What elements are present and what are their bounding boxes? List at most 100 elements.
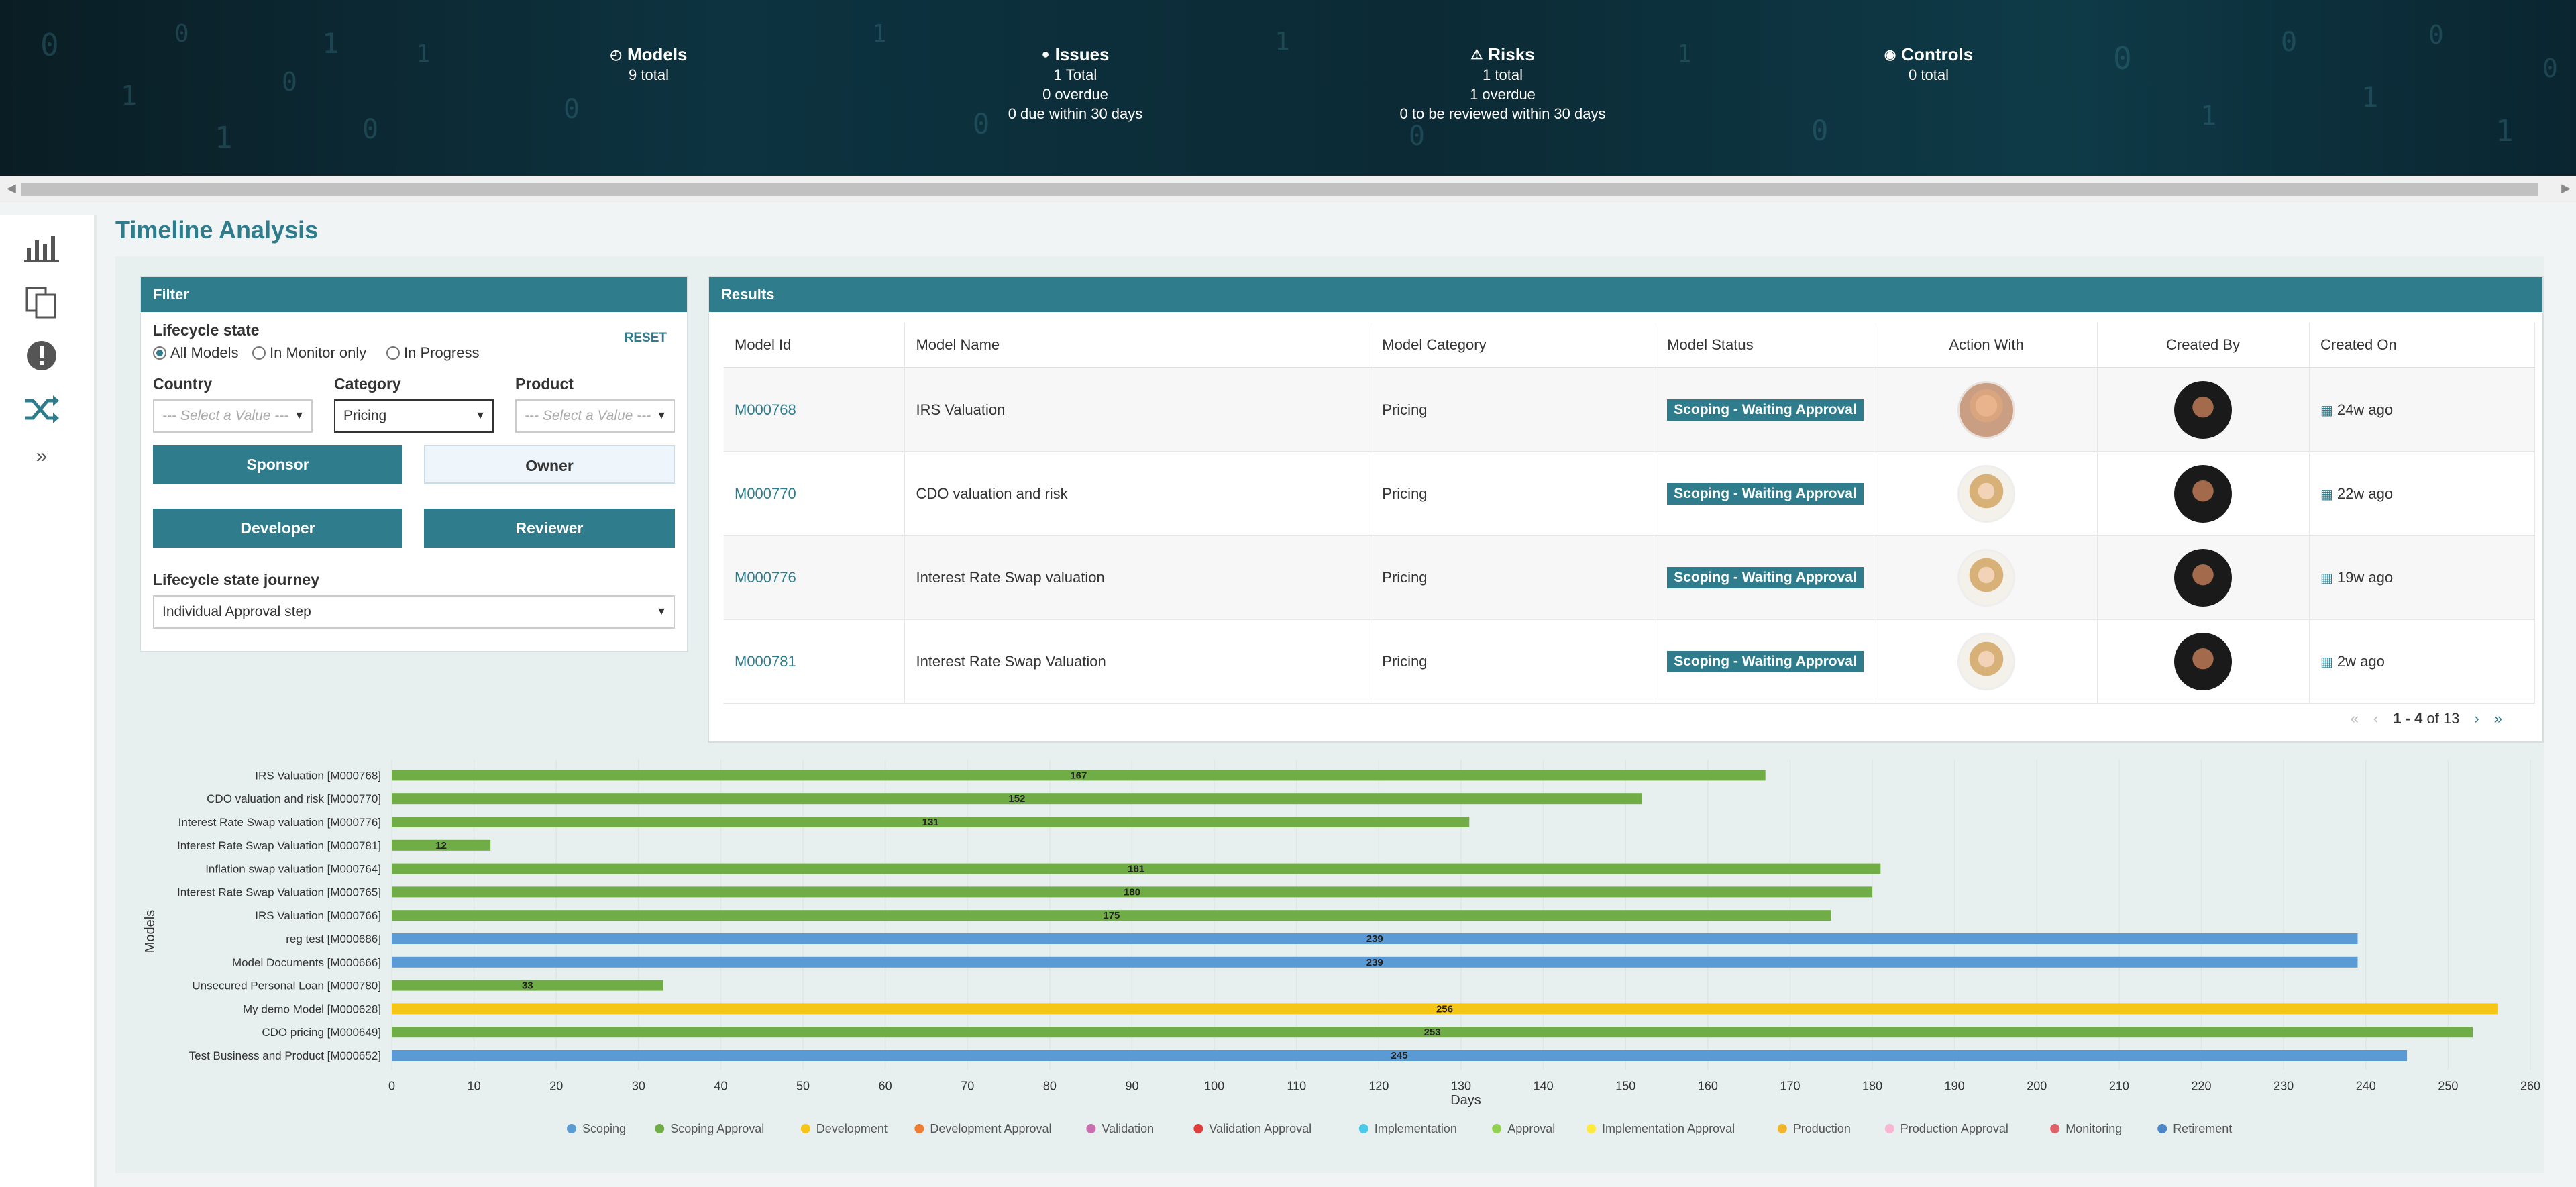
journey-select[interactable]: Individual Approval step ▼ [153,595,675,629]
chart-x-ticks: 0 10 20 30 40 50 60 70 80 90 100 110 120 130 140 150 160… [388,1079,2540,1092]
model-id-link[interactable]: M000770 [735,485,796,502]
model-id-link[interactable]: M000781 [735,653,796,670]
x-tick-label: 20 [549,1079,563,1092]
col-model-category[interactable]: Model Category [1371,323,1657,368]
col-model-name[interactable]: Model Name [904,323,1372,368]
col-model-id[interactable]: Model Id [724,323,906,368]
model-name-cell: CDO valuation and risk [904,452,1372,536]
category-label: Interest Rate Swap valuation [M000776] [178,816,381,829]
radio-in-progress[interactable]: In Progress [386,344,480,362]
legend-marker [1492,1124,1502,1133]
x-tick-label: 80 [1043,1079,1057,1092]
page-title: Timeline Analysis [115,216,319,244]
last-page-icon[interactable]: » [2494,710,2502,727]
controls-stat[interactable]: ◉ Controls 0 total [1788,44,2070,85]
x-tick-label: 130 [1451,1079,1471,1092]
table-row[interactable]: M000781 Interest Rate Swap Valuation Pri… [724,619,2535,704]
data-label: 253 [1424,1027,1441,1038]
model-id-link[interactable]: M000776 [735,569,796,586]
x-tick-label: 160 [1698,1079,1718,1092]
models-stat[interactable]: ◴ Models 9 total [508,44,790,85]
status-badge: Scoping - Waiting Approval [1667,399,1864,421]
radio-in-monitor[interactable]: In Monitor only [252,344,366,362]
category-select[interactable]: Pricing ▼ [334,399,494,433]
risks-review-soon: 0 to be reviewed within 30 days [1399,105,1606,122]
table-row[interactable]: M000770 CDO valuation and risk Pricing S… [724,452,2535,536]
pagination: « ‹ 1 - 4 of 13 › » [2351,710,2502,727]
avatar[interactable] [1957,548,2016,607]
model-name-cell: Interest Rate Swap valuation [904,535,1372,620]
horizontal-scrollbar[interactable]: ◀ ▶ [0,176,2576,203]
col-action-with[interactable]: Action With [1876,323,2098,368]
models-stat-title: Models [627,44,688,64]
first-page-icon[interactable]: « [2351,710,2359,727]
legend-item: Development Approval [930,1122,1051,1135]
legend-marker [1884,1124,1894,1133]
category-label: Category [334,375,401,393]
product-select[interactable]: --- Select a Value --- ▼ [515,399,675,433]
x-tick-label: 90 [1126,1079,1139,1092]
x-tick-label: 10 [468,1079,481,1092]
radio-in-monitor-label: In Monitor only [270,344,367,361]
legend-marker [1193,1124,1203,1133]
radio-dot-checked[interactable] [153,346,166,360]
issues-due-soon: 0 due within 30 days [1008,105,1143,122]
scroll-left-icon[interactable]: ◀ [7,181,16,195]
page-total: of 13 [2426,710,2460,727]
avatar[interactable] [2174,464,2233,523]
scrollbar-thumb[interactable] [21,183,2538,196]
nav-analytics[interactable] [21,228,62,268]
owner-button[interactable]: Owner [424,445,675,484]
reviewer-button[interactable]: Reviewer [424,509,675,548]
radio-dot[interactable] [386,346,400,360]
radio-dot[interactable] [252,346,266,360]
risks-stat[interactable]: ⚠ Risks 1 total 1 overdue 0 to be reviewe… [1362,44,1644,123]
data-label: 180 [1124,886,1140,898]
avatar[interactable] [1957,632,2016,690]
col-created-on[interactable]: Created On [2309,323,2535,368]
col-model-status[interactable]: Model Status [1656,323,1877,368]
nav-timeline[interactable] [21,389,62,429]
data-label: 12 [435,840,447,851]
avatar[interactable] [1957,464,2016,523]
y-axis-title: Models [143,910,158,953]
nav-documents[interactable] [21,282,62,322]
developer-button[interactable]: Developer [153,509,402,548]
table-row[interactable]: M000768 IRS Valuation Pricing Scoping - … [724,368,2535,452]
avatar[interactable] [2174,380,2233,439]
model-id-link[interactable]: M000768 [735,401,796,418]
category-label: Model Documents [M000666] [232,956,381,969]
prev-page-icon[interactable]: ‹ [2373,710,2378,727]
category-label: CDO pricing [M000649] [262,1026,381,1039]
x-tick-label: 190 [1945,1079,1965,1092]
nav-expand[interactable]: » [21,436,62,476]
legend-marker [1086,1124,1096,1133]
next-page-icon[interactable]: › [2474,710,2479,727]
sponsor-button[interactable]: Sponsor [153,445,402,484]
table-row[interactable]: M000776 Interest Rate Swap valuation Pri… [724,535,2535,620]
radio-all-models[interactable]: All Models [153,344,238,362]
legend-marker [2050,1124,2060,1133]
data-label: 239 [1366,933,1383,945]
caret-down-icon: ▼ [294,410,305,421]
col-created-by[interactable]: Created By [2097,323,2310,368]
country-select[interactable]: --- Select a Value --- ▼ [153,399,313,433]
avatar[interactable] [1957,380,2016,439]
timeline-chart: 167 152 131 12 181 180 175 239 239 33 256 253 245 IR… [143,760,2540,1135]
scroll-right-icon[interactable]: ▶ [2561,181,2571,195]
x-tick-label: 210 [2109,1079,2129,1092]
category-label: IRS Valuation [M000768] [255,769,381,782]
lifecycle-state-label: Lifecycle state [153,321,260,339]
x-tick-label: 150 [1615,1079,1635,1092]
legend-marker [2157,1124,2167,1133]
chart-bars: 167 152 131 12 181 180 175 239 239 33 256 253 245 [392,770,2498,1062]
issues-stat[interactable]: ● Issues 1 Total 0 overdue 0 due within 3… [934,44,1216,123]
reset-button[interactable]: RESET [625,331,667,346]
results-card: Results Model Id Model Name Model Catego… [708,276,2544,743]
avatar[interactable] [2174,548,2233,607]
legend-item: Scoping [582,1122,626,1135]
model-name-cell: IRS Valuation [904,368,1372,452]
nav-issues[interactable] [21,336,62,376]
legend-item: Validation [1102,1122,1154,1135]
avatar[interactable] [2174,632,2233,690]
